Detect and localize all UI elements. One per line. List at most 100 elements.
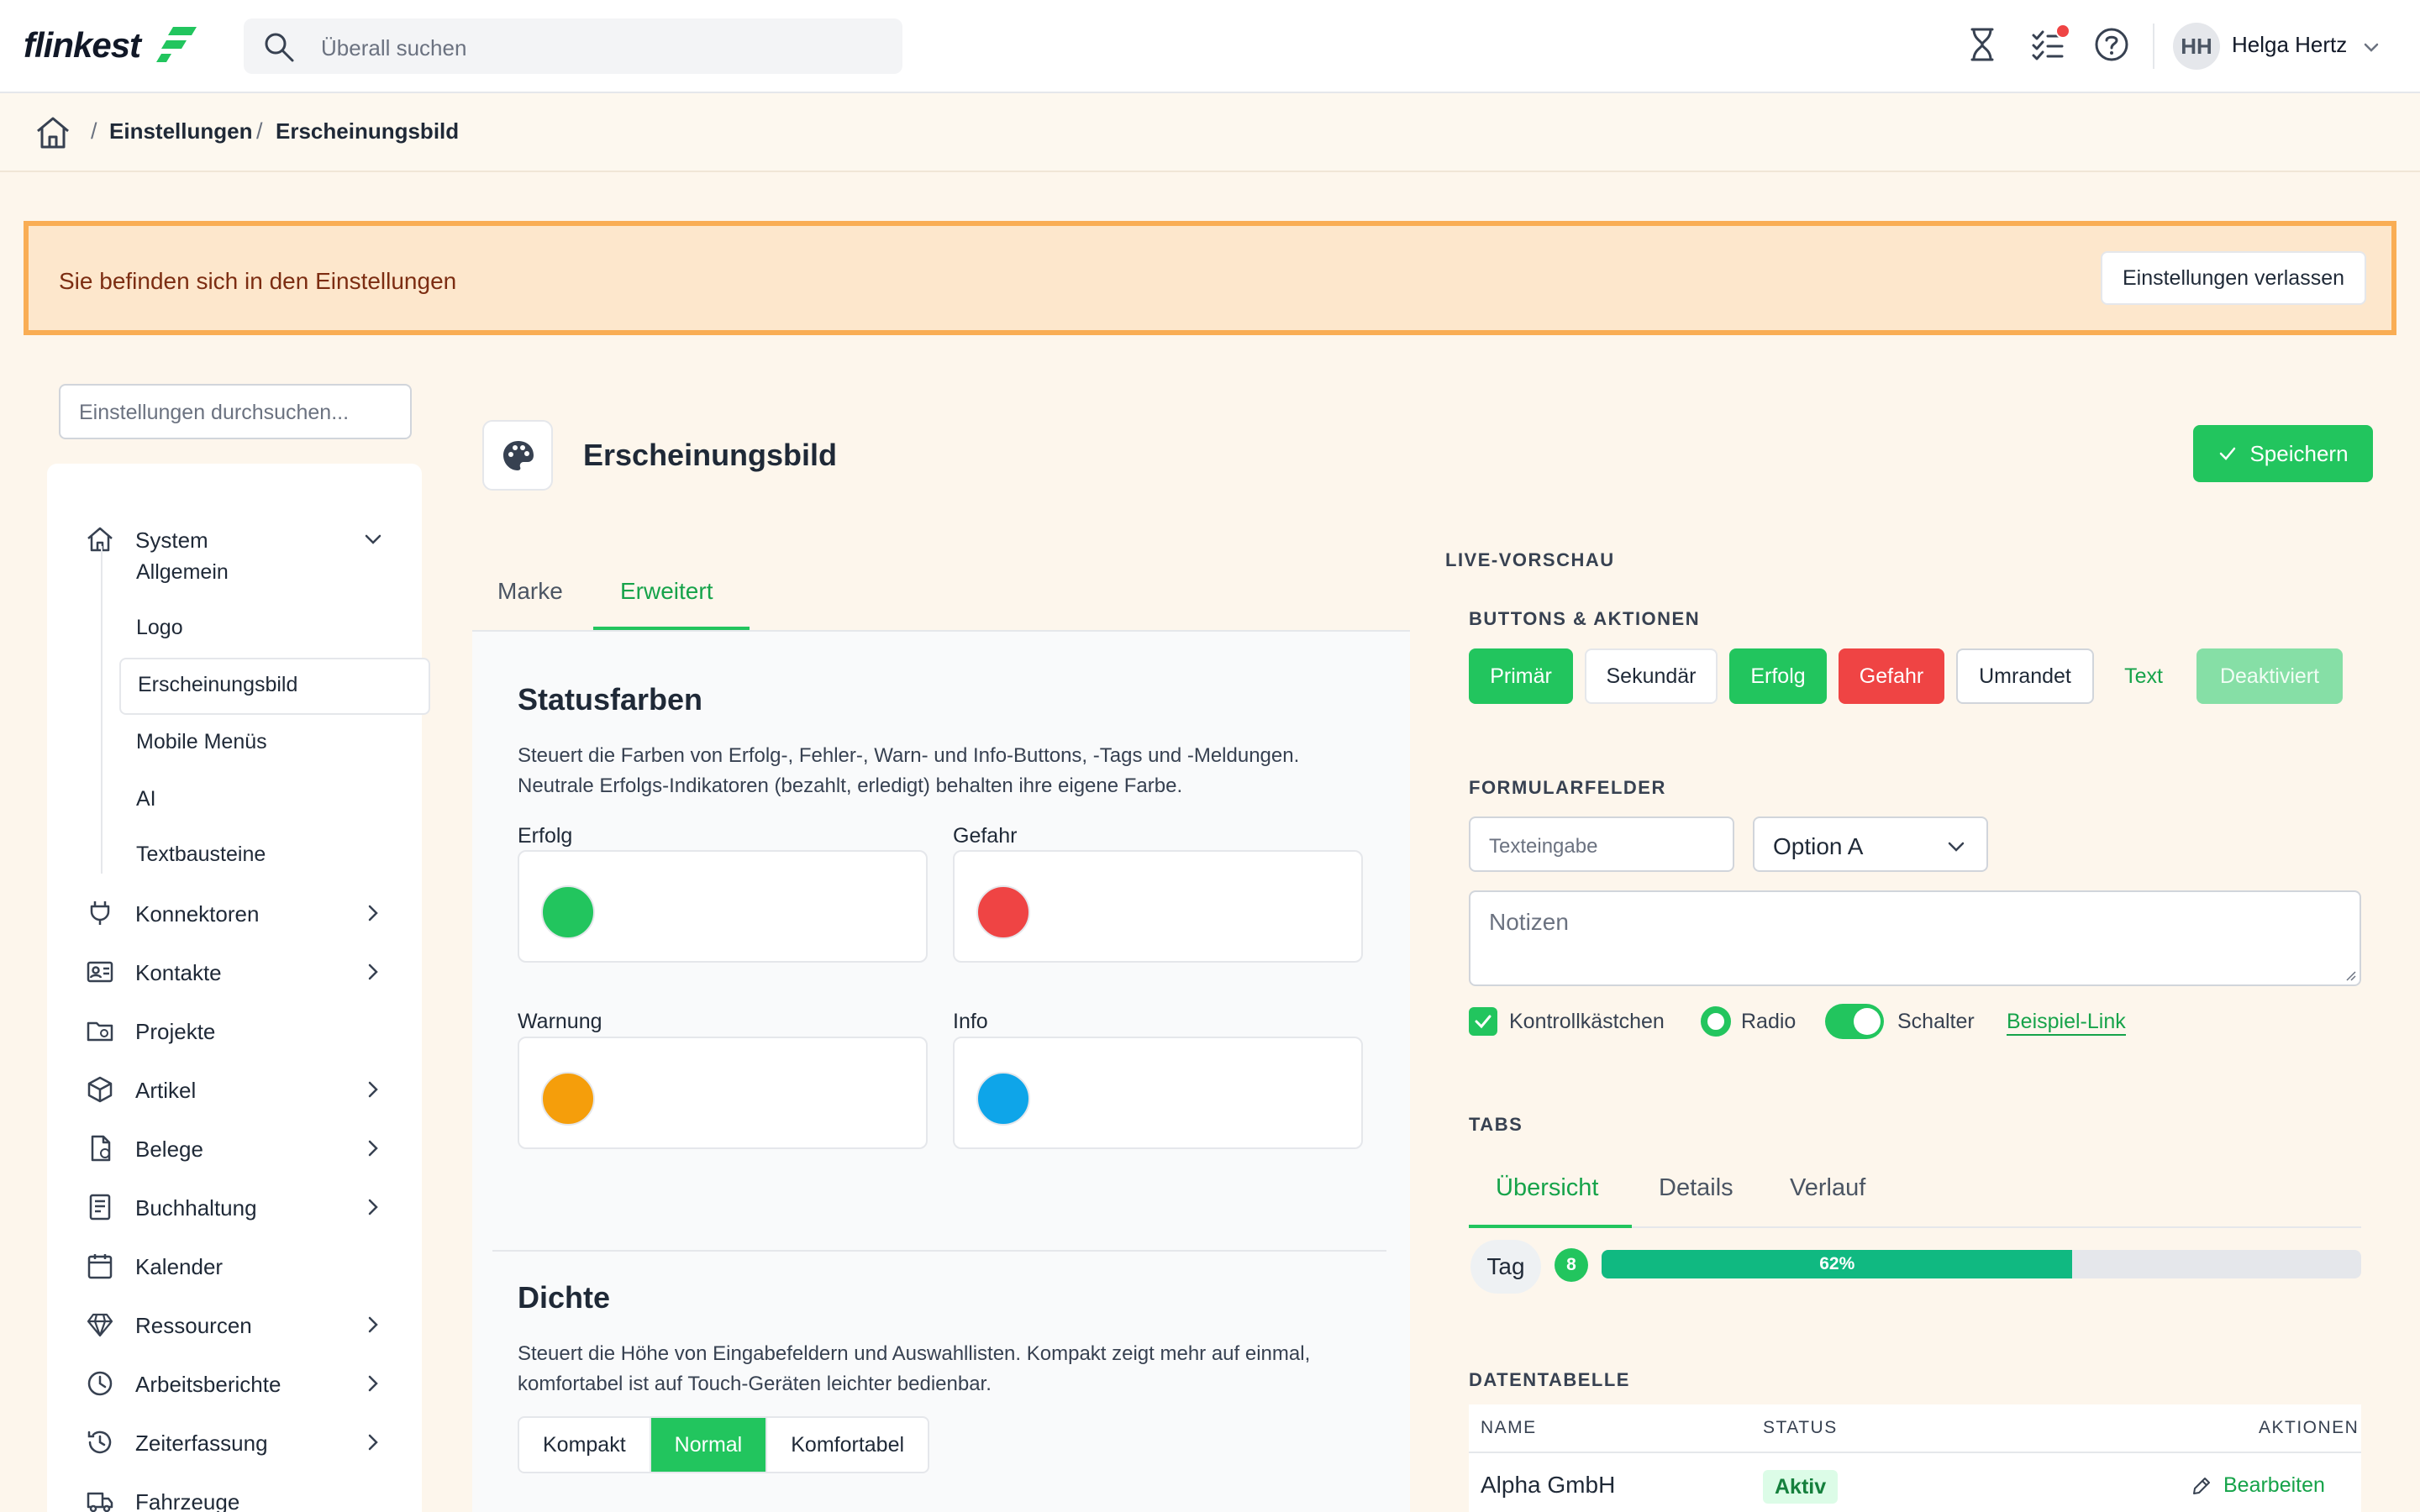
sidebar-item-belege[interactable]: Belege (47, 1121, 422, 1173)
density-option-kompakt[interactable]: Kompakt (519, 1418, 651, 1472)
status-colors-title: Statusfarben (518, 682, 703, 717)
forms-heading: FORMULARFELDER (1469, 777, 1666, 798)
color-picker-warnung[interactable] (518, 1037, 928, 1149)
sidebar-item-konnektoren[interactable]: Konnektoren (47, 886, 422, 938)
sidebar-item-system[interactable]: System (47, 512, 422, 564)
edit-action-link[interactable]: Bearbeiten (2190, 1473, 2325, 1498)
sidebar-subitem-allgemein[interactable]: Allgemein (136, 560, 229, 585)
search-icon (265, 33, 294, 62)
save-label: Speichern (2249, 440, 2349, 466)
color-picker-erfolg[interactable] (518, 850, 928, 963)
color-swatch[interactable] (976, 1072, 1030, 1126)
preview-notes-textarea[interactable]: Notizen (1469, 890, 2361, 986)
color-picker-gefahr[interactable] (953, 850, 1363, 963)
preview-example-link[interactable]: Beispiel-Link (2007, 1010, 2126, 1036)
settings-search-input[interactable]: Einstellungen durchsuchen... (59, 384, 412, 439)
buttons-heading: BUTTONS & AKTIONEN (1469, 608, 1701, 629)
sidebar-subitem-textbausteine[interactable]: Textbausteine (136, 843, 266, 867)
status-badge: Aktiv (1763, 1470, 1839, 1504)
preview-tab-details[interactable]: Details (1659, 1174, 1733, 1202)
sidebar-subitem-ai[interactable]: AI (136, 787, 156, 811)
density-option-komfortabel[interactable]: Komfortabel (767, 1418, 928, 1472)
color-picker-info[interactable] (953, 1037, 1363, 1149)
preview-select-value: Option A (1773, 833, 1864, 859)
submenu-guide-line (101, 546, 103, 874)
settings-banner: Sie befinden sich in den Einstellungen E… (24, 221, 2396, 335)
save-button[interactable]: Speichern (2193, 425, 2373, 482)
chevron-right-icon (368, 1140, 378, 1157)
status-colors-description: Steuert die Farben von Erfolg-, Fehler-,… (518, 744, 1300, 797)
color-swatch[interactable] (541, 885, 595, 939)
exit-settings-button[interactable]: Einstellungen verlassen (2101, 251, 2366, 305)
preview-text-button[interactable]: Text (2106, 648, 2181, 704)
color-swatch[interactable] (541, 1072, 595, 1126)
tab-marke[interactable]: Marke (497, 578, 563, 605)
sidebar-subitem-erscheinungsbild[interactable]: Erscheinungsbild (138, 673, 297, 697)
color-swatch[interactable] (976, 885, 1030, 939)
preview-select[interactable]: Option A (1753, 816, 1988, 872)
color-label-erfolg: Erfolg (518, 824, 573, 848)
breadcrumb-settings[interactable]: Einstellungen (109, 118, 252, 144)
sidebar-subitem-mobile-menus[interactable]: Mobile Menüs (136, 730, 267, 754)
sidebar-item-label: Buchhaltung (135, 1195, 257, 1221)
radio-label: Radio (1741, 1010, 1797, 1033)
help-icon[interactable] (2092, 25, 2131, 64)
banner-message: Sie befinden sich in den Einstellungen (59, 268, 457, 294)
tab-erweitert[interactable]: Erweitert (620, 578, 713, 605)
preview-success-button[interactable]: Erfolg (1729, 648, 1827, 704)
column-header-name[interactable]: NAME (1481, 1418, 1537, 1438)
section-divider (492, 1250, 1386, 1252)
search-placeholder: Überall suchen (321, 35, 467, 60)
app-logo[interactable]: flinkest (24, 25, 141, 66)
sidebar-item-artikel[interactable]: Artikel (47, 1063, 422, 1115)
sidebar-item-kontakte[interactable]: Kontakte (47, 945, 422, 997)
chevron-down-icon (1948, 842, 1965, 852)
preview-disabled-button: Deaktiviert (2196, 648, 2343, 704)
density-selector[interactable]: Kompakt Normal Komfortabel (518, 1416, 930, 1473)
preview-radio[interactable] (1701, 1006, 1731, 1037)
preview-notes-placeholder: Notizen (1489, 909, 1569, 935)
preview-tab-history[interactable]: Verlauf (1790, 1174, 1865, 1202)
user-name[interactable]: Helga Hertz (2232, 32, 2347, 58)
chevron-right-icon (368, 905, 378, 921)
settings-tabs: Marke Erweitert (472, 558, 1410, 632)
preview-text-input[interactable]: Texteingabe (1469, 816, 1734, 872)
sidebar-subitem-logo[interactable]: Logo (136, 616, 183, 640)
sidebar-item-buchhaltung[interactable]: Buchhaltung (47, 1180, 422, 1232)
sidebar-item-fahrzeuge[interactable]: Fahrzeuge (47, 1474, 422, 1512)
sidebar-item-label: System (135, 528, 208, 553)
preview-tab-overview[interactable]: Übersicht (1496, 1174, 1599, 1202)
column-header-actions: AKTIONEN (2259, 1418, 2360, 1437)
resize-handle-icon[interactable] (2343, 968, 2356, 981)
hourglass-icon[interactable] (1963, 25, 2002, 64)
preview-outline-button[interactable]: Umrandet (1956, 648, 2094, 704)
density-option-normal[interactable]: Normal (650, 1418, 768, 1472)
sidebar-item-label: Belege (135, 1137, 203, 1162)
document-icon (91, 1135, 111, 1162)
preview-primary-button[interactable]: Primär (1469, 648, 1573, 704)
preview-secondary-button[interactable]: Sekundär (1585, 648, 1718, 704)
edit-action-label: Bearbeiten (2223, 1473, 2325, 1497)
sidebar-item-kalender[interactable]: Kalender (47, 1239, 422, 1291)
home-icon[interactable] (34, 113, 72, 152)
sidebar-item-arbeitsberichte[interactable]: Arbeitsberichte (47, 1357, 422, 1409)
chevron-right-icon (368, 1081, 378, 1098)
divider (2153, 24, 2154, 69)
sidebar-item-ressourcen[interactable]: Ressourcen (47, 1298, 422, 1350)
avatar[interactable]: HH (2173, 23, 2220, 70)
chevron-down-icon (365, 534, 381, 544)
color-label-gefahr: Gefahr (953, 824, 1018, 848)
column-header-status[interactable]: STATUS (1763, 1418, 1838, 1438)
preview-switch[interactable] (1825, 1004, 1884, 1039)
sidebar-item-zeiterfassung[interactable]: Zeiterfassung (47, 1415, 422, 1467)
top-bar: flinkest Überall suchen HH Helga Hertz (0, 0, 2420, 93)
chevron-down-icon[interactable] (2361, 37, 2381, 57)
global-search[interactable]: Überall suchen (244, 18, 902, 74)
sidebar-item-label: Arbeitsberichte (135, 1372, 281, 1397)
preview-checkbox[interactable] (1469, 1007, 1497, 1036)
color-label-info: Info (953, 1010, 988, 1033)
sidebar-item-projekte[interactable]: Projekte (47, 1004, 422, 1056)
sidebar-item-label: Konnektoren (135, 901, 260, 927)
preview-danger-button[interactable]: Gefahr (1839, 648, 1944, 704)
check-icon (2220, 447, 2236, 460)
